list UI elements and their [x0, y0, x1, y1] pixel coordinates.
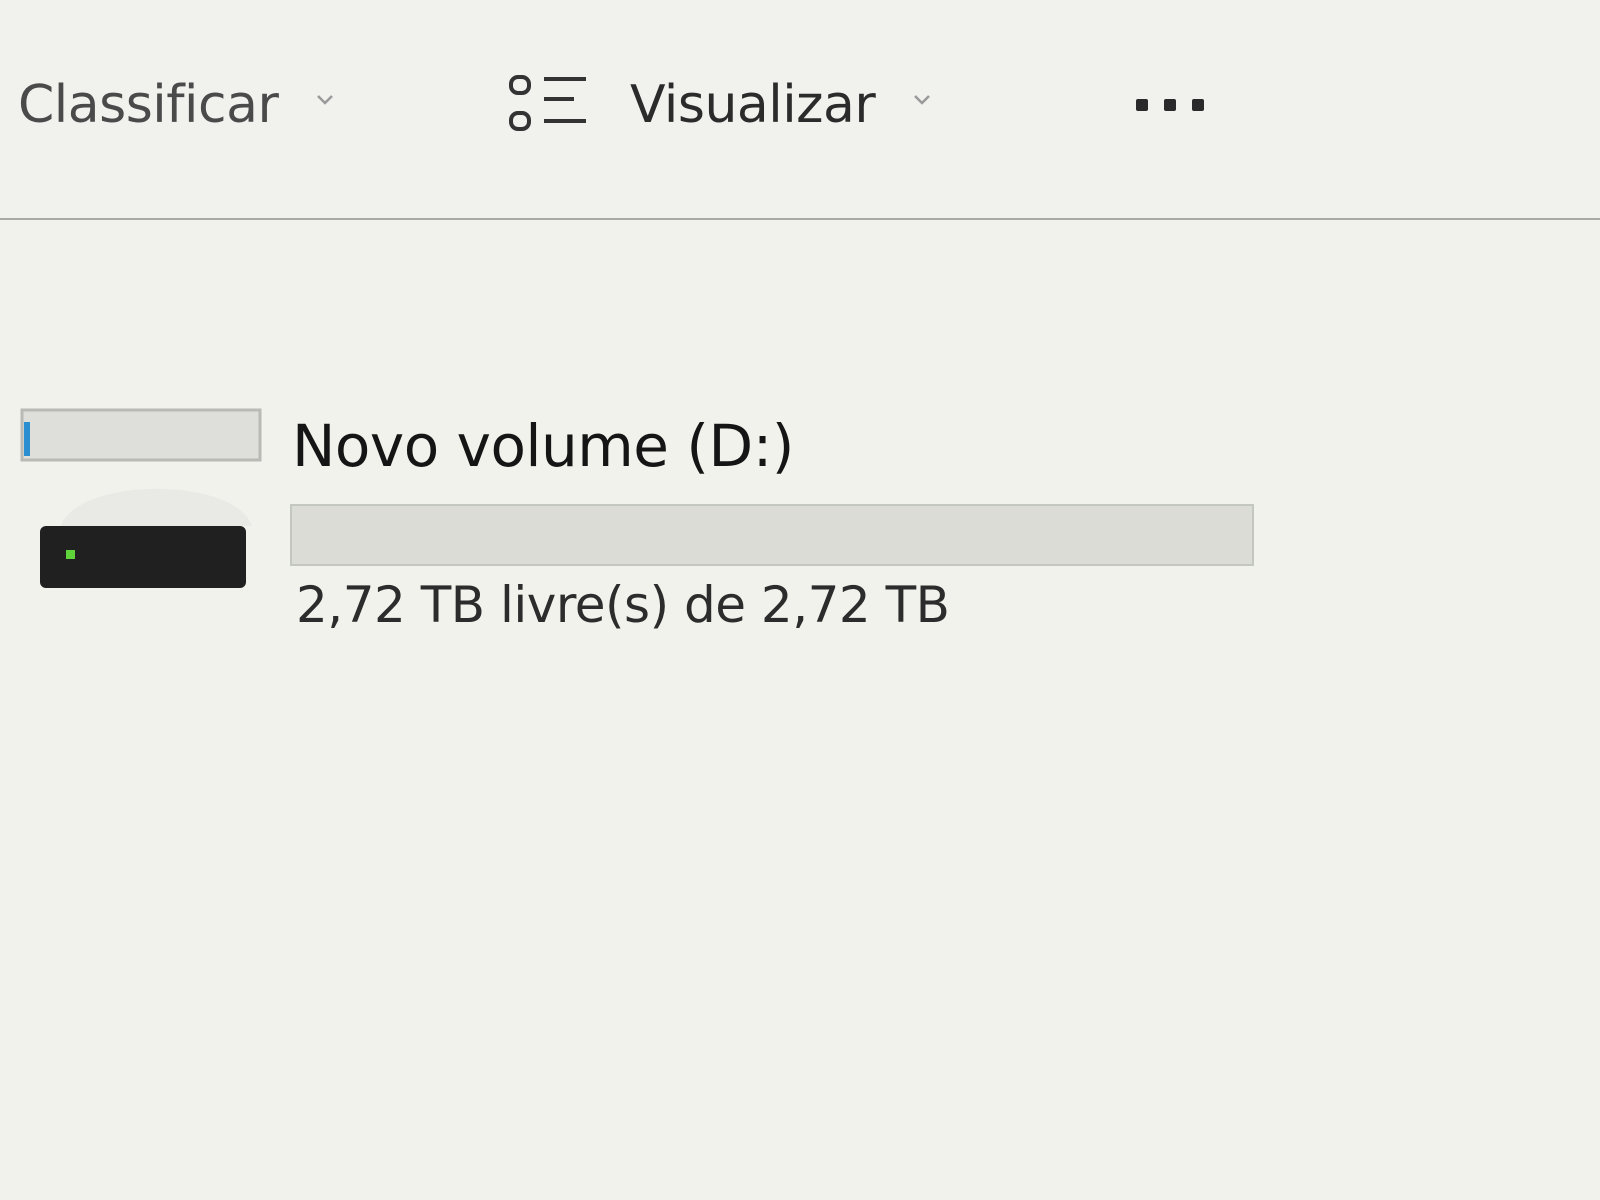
chevron-down-icon	[911, 89, 933, 111]
storage-usage-bar	[290, 504, 1254, 566]
more-options-button[interactable]	[1136, 70, 1204, 140]
sort-label: Classificar	[18, 75, 279, 135]
view-options-icon	[508, 73, 594, 137]
command-bar: Classificar Visualizar	[0, 0, 1600, 220]
more-ellipsis-icon	[1136, 99, 1204, 111]
chevron-down-icon	[314, 89, 336, 111]
drive-name: Novo volume (D:)	[292, 412, 794, 480]
hard-drive-icon	[20, 408, 270, 608]
free-space-text: 2,72 TB livre(s) de 2,72 TB	[296, 576, 950, 634]
sort-button[interactable]: Classificar	[18, 70, 336, 140]
drive-tile[interactable]: Novo volume (D:) 2,72 TB livre(s) de 2,7…	[20, 408, 1260, 648]
view-button[interactable]: Visualizar	[508, 70, 933, 140]
view-label: Visualizar	[630, 75, 876, 135]
